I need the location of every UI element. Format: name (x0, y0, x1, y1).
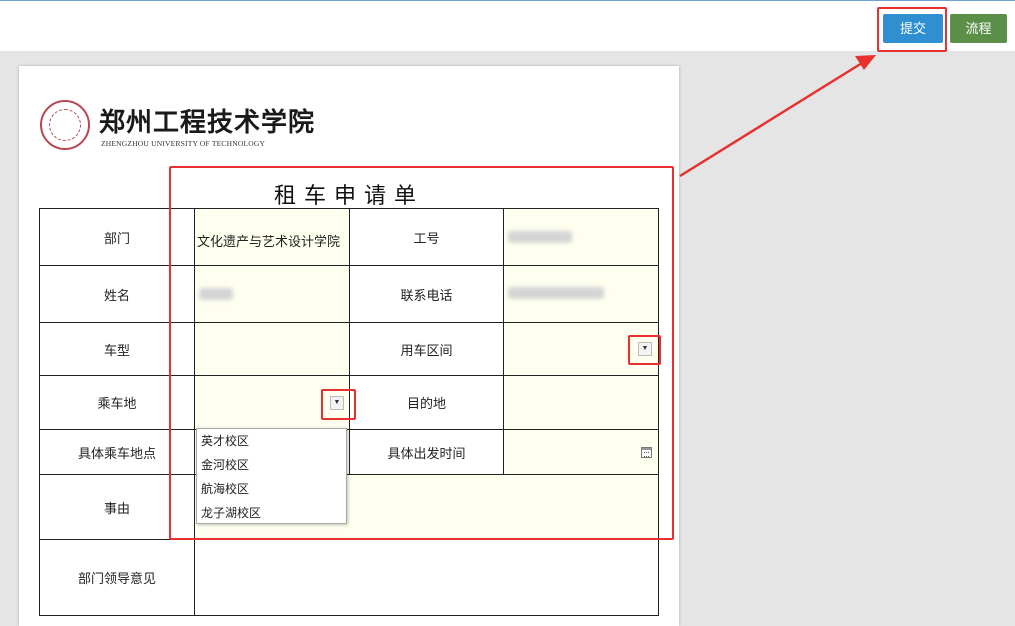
top-toolbar: 提交 流程 (0, 0, 1015, 51)
university-seal-icon (40, 100, 90, 150)
flow-button[interactable]: 流程 (950, 14, 1007, 43)
form-highlight-box (169, 166, 674, 540)
pickup-arrow-highlight-box (321, 389, 356, 420)
route-arrow-highlight-box (628, 335, 661, 365)
university-name-cn: 郑州工程技术学院 (99, 108, 316, 138)
leader-opinion-field (194, 539, 659, 616)
label-leader-opinion: 部门领导意见 (39, 539, 195, 616)
university-name-en: ZHENGZHOU UNIVERSITY OF TECHNOLOGY (101, 139, 266, 148)
submit-highlight-box (877, 7, 947, 52)
